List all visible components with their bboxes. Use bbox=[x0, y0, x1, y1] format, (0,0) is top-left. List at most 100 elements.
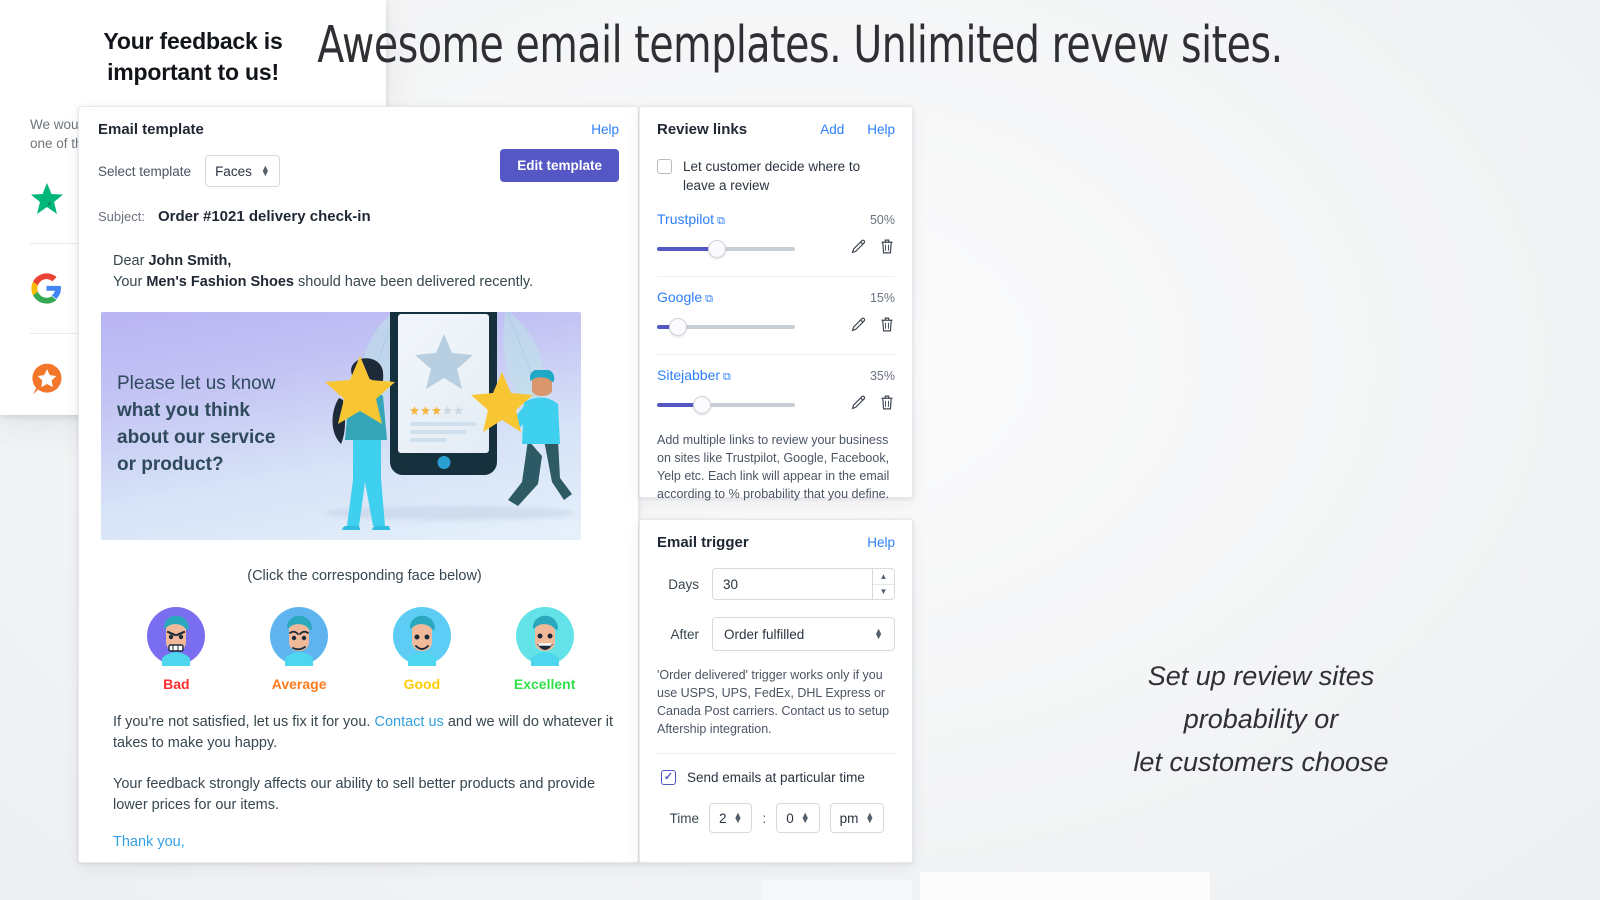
review-links-panel: Review links Add Help Let customer decid… bbox=[639, 106, 913, 501]
send-time-label: Send emails at particular time bbox=[687, 770, 865, 785]
google-g-icon bbox=[30, 272, 82, 305]
phone-home-button bbox=[437, 456, 450, 469]
background-panel-sliver bbox=[920, 872, 1210, 900]
review-site-row: Sitejabber ⧉ 35% bbox=[657, 354, 895, 416]
after-select[interactable]: Order fulfilled ▲ ▼ bbox=[712, 617, 895, 651]
review-site-icon-buttons bbox=[850, 316, 895, 338]
slider-knob[interactable] bbox=[708, 240, 726, 258]
review-site-header: Google ⧉ 15% bbox=[657, 289, 895, 306]
days-value[interactable]: 30 bbox=[713, 577, 872, 592]
banner-text: Please let us know what you think about … bbox=[117, 370, 275, 478]
days-label: Days bbox=[668, 576, 699, 592]
edit-pencil-icon[interactable] bbox=[850, 316, 867, 338]
email-trigger-header: Email trigger Help bbox=[657, 534, 895, 551]
delivery-prefix: Your bbox=[113, 274, 147, 290]
after-row: After Order fulfilled ▲ ▼ bbox=[657, 617, 895, 651]
send-time-row[interactable]: ✓ Send emails at particular time bbox=[661, 768, 895, 787]
select-template-label: Select template bbox=[98, 163, 192, 179]
edit-pencil-icon[interactable] bbox=[850, 394, 867, 416]
delete-trash-icon[interactable] bbox=[879, 394, 895, 416]
email-trigger-help-link[interactable]: Help bbox=[867, 535, 895, 550]
trustpilot-star-icon bbox=[30, 182, 82, 215]
external-link-icon: ⧉ bbox=[717, 215, 725, 227]
time-minute-select[interactable]: 0 ▲ ▼ bbox=[776, 803, 820, 833]
edit-pencil-icon[interactable] bbox=[850, 238, 867, 260]
satisfaction-paragraph: If you're not satisfied, let us fix it f… bbox=[113, 712, 616, 754]
review-site-header: Trustpilot ⧉ 50% bbox=[657, 211, 895, 228]
customer-name: John Smith, bbox=[148, 253, 232, 269]
review-site-row: Google ⧉ 15% bbox=[657, 276, 895, 338]
background-panel-sliver-left bbox=[762, 880, 912, 900]
review-site-icon-buttons bbox=[850, 238, 895, 260]
days-row: Days 30 ▲ ▼ bbox=[657, 568, 895, 600]
divider bbox=[657, 753, 895, 754]
face-rating-excellent[interactable]: Excellent bbox=[499, 606, 591, 692]
review-links-add-link[interactable]: Add bbox=[820, 122, 844, 137]
review-site-percent-sitejabber: 35% bbox=[869, 369, 895, 383]
template-select[interactable]: Faces ▲ ▼ bbox=[205, 155, 280, 187]
template-select-row: Select template Faces ▲ ▼ Edit template bbox=[79, 138, 638, 187]
template-select-value: Faces bbox=[215, 163, 252, 179]
review-site-link-google[interactable]: Google ⧉ bbox=[657, 289, 713, 306]
review-site-link-trustpilot[interactable]: Trustpilot ⧉ bbox=[657, 211, 725, 228]
delivery-line: Your Men's Fashion Shoes should have bee… bbox=[113, 272, 616, 293]
delivery-suffix: should have been delivered recently. bbox=[294, 274, 534, 290]
rating-stars bbox=[410, 406, 463, 415]
let-customer-decide-row[interactable]: Let customer decide where to leave a rev… bbox=[657, 157, 895, 195]
sitejabber-bubble-icon bbox=[30, 362, 82, 396]
banner-line-2: what you think bbox=[117, 400, 250, 421]
face-avatar-bad bbox=[146, 606, 206, 666]
review-site-controls bbox=[657, 316, 895, 338]
delete-trash-icon[interactable] bbox=[879, 316, 895, 338]
chevron-updown-icon: ▲ ▼ bbox=[865, 810, 875, 825]
yellow-star-left-icon bbox=[325, 356, 395, 424]
subject-value: Order #1021 delivery check-in bbox=[157, 208, 371, 225]
review-links-help-link[interactable]: Help bbox=[867, 122, 895, 137]
time-meridiem-select[interactable]: pm ▲ ▼ bbox=[829, 803, 885, 833]
time-hour-select[interactable]: 2 ▲ ▼ bbox=[709, 803, 753, 833]
review-site-link-sitejabber[interactable]: Sitejabber ⧉ bbox=[657, 367, 731, 384]
face-rating-good[interactable]: Good bbox=[376, 606, 468, 692]
face-rating-bad[interactable]: Bad bbox=[130, 606, 222, 692]
click-face-hint: (Click the corresponding face below) bbox=[247, 568, 482, 584]
time-hour-value: 2 bbox=[719, 810, 727, 826]
after-label: After bbox=[670, 626, 699, 642]
review-site-controls bbox=[657, 394, 895, 416]
send-time-checkbox[interactable]: ✓ bbox=[661, 770, 676, 785]
face-label-good: Good bbox=[403, 676, 441, 692]
time-separator: : bbox=[762, 810, 767, 826]
edit-template-button[interactable]: Edit template bbox=[500, 149, 619, 182]
delete-trash-icon[interactable] bbox=[879, 238, 895, 260]
slider-knob[interactable] bbox=[669, 318, 687, 336]
email-preview-body: Dear John Smith, Your Men's Fashion Shoe… bbox=[79, 225, 638, 850]
chevron-updown-icon: ▲ ▼ bbox=[874, 626, 883, 641]
review-site-percent-trustpilot: 50% bbox=[869, 213, 895, 227]
face-rating-row: Bad Average Good Excellent bbox=[115, 606, 606, 692]
caption-line-1: Set up review sites bbox=[1147, 661, 1375, 691]
probability-slider-trustpilot[interactable] bbox=[657, 240, 795, 258]
email-template-panel: Email template Help Select template Face… bbox=[78, 106, 639, 863]
face-label-bad: Bad bbox=[163, 676, 190, 692]
review-site-icon-buttons bbox=[850, 394, 895, 416]
contact-us-link[interactable]: Contact us bbox=[374, 714, 443, 730]
review-site-row: Trustpilot ⧉ 50% bbox=[657, 211, 895, 260]
stepper-up-icon[interactable]: ▲ bbox=[873, 569, 894, 584]
slider-knob[interactable] bbox=[693, 396, 711, 414]
let-customer-decide-label: Let customer decide where to leave a rev… bbox=[683, 159, 861, 193]
panel-title-email-trigger: Email trigger bbox=[657, 534, 749, 551]
banner-line-3: about our service bbox=[117, 427, 276, 448]
stepper-down-icon[interactable]: ▼ bbox=[873, 583, 894, 600]
review-site-header: Sitejabber ⧉ 35% bbox=[657, 367, 895, 384]
face-avatar-excellent bbox=[515, 606, 575, 666]
feedback-impact-paragraph: Your feedback strongly affects our abili… bbox=[113, 776, 596, 813]
face-avatar-good bbox=[392, 606, 452, 666]
probability-slider-sitejabber[interactable] bbox=[657, 396, 795, 414]
probability-slider-google[interactable] bbox=[657, 318, 795, 336]
review-site-percent-google: 15% bbox=[869, 291, 895, 305]
time-label: Time bbox=[669, 810, 700, 826]
let-customer-decide-checkbox[interactable] bbox=[657, 159, 672, 174]
days-stepper[interactable]: 30 ▲ ▼ bbox=[712, 568, 895, 600]
chevron-updown-icon: ▲ ▼ bbox=[260, 163, 270, 178]
email-template-help-link[interactable]: Help bbox=[591, 122, 619, 137]
face-rating-average[interactable]: Average bbox=[253, 606, 345, 692]
